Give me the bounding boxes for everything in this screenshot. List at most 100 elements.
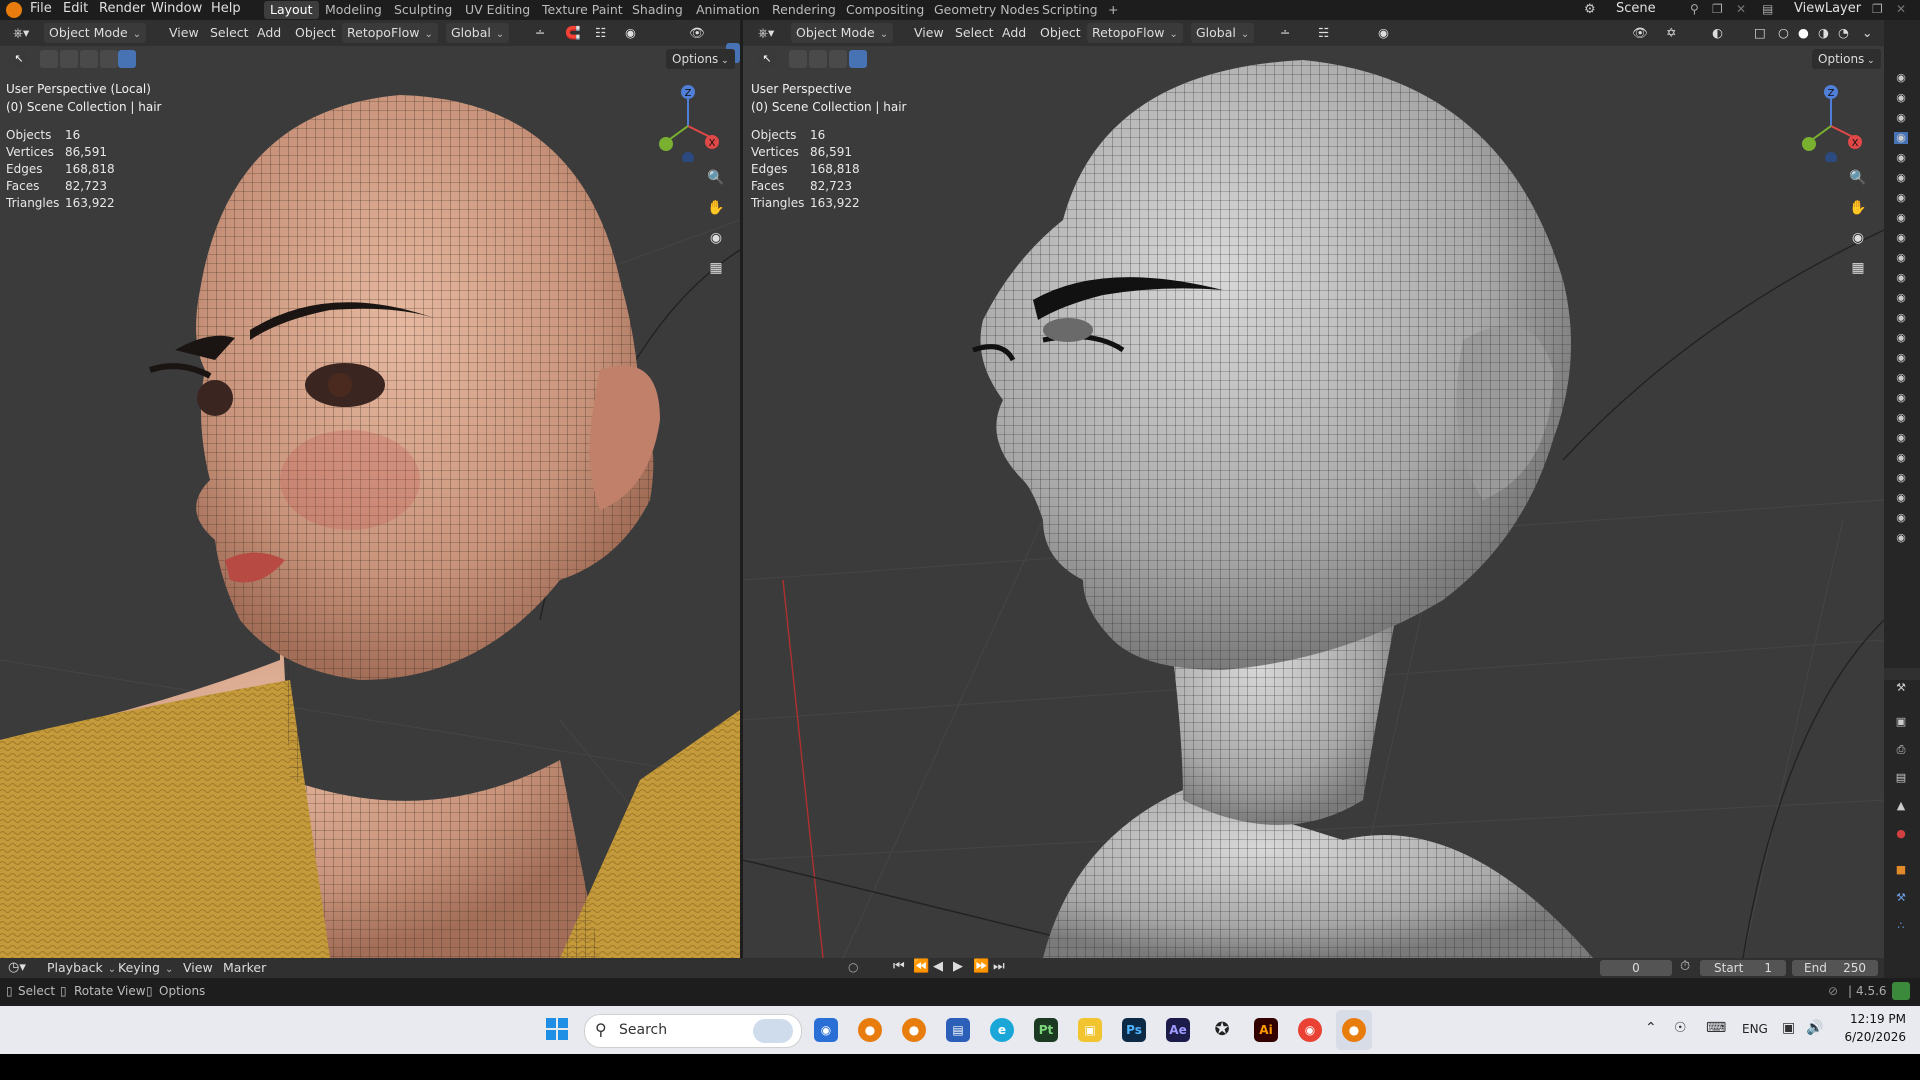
- object-properties-icon[interactable]: ■: [1894, 864, 1908, 876]
- output-properties-icon[interactable]: ⎙: [1894, 744, 1908, 756]
- right-zoom-icon[interactable]: 🔍: [1846, 166, 1870, 190]
- left-menu-view[interactable]: View: [164, 23, 204, 43]
- tool-properties-icon[interactable]: ⚒: [1894, 682, 1908, 694]
- camera-visibility-icon[interactable]: ◉: [1894, 252, 1908, 264]
- network-icon[interactable]: ☉: [1674, 1020, 1687, 1036]
- scene-name[interactable]: Scene: [1616, 0, 1656, 20]
- left-zoom-icon[interactable]: 🔍: [704, 166, 728, 190]
- camera-visibility-icon[interactable]: ◉: [1894, 532, 1908, 544]
- left-retopoflow-dropdown[interactable]: RetopoFlow: [342, 23, 438, 43]
- left-camera-icon[interactable]: ◉: [704, 226, 728, 250]
- camera-visibility-icon[interactable]: ◉: [1894, 232, 1908, 244]
- menu-edit[interactable]: Edit: [63, 0, 88, 20]
- left-options-dropdown[interactable]: Options: [666, 49, 735, 69]
- menu-help[interactable]: Help: [211, 0, 241, 20]
- app-icon[interactable]: ◉: [814, 1018, 838, 1042]
- camera-visibility-icon[interactable]: ◉: [1894, 492, 1908, 504]
- right-overlay-icon[interactable]: ◐: [1707, 23, 1728, 43]
- pin-icon[interactable]: ⚲: [1690, 2, 1699, 16]
- right-retopoflow-dropdown[interactable]: RetopoFlow: [1087, 23, 1183, 43]
- clock-date[interactable]: 6/20/2026: [1836, 1030, 1906, 1044]
- scene-icon[interactable]: ⚙: [1584, 2, 1600, 18]
- camera-visibility-icon[interactable]: ◉: [1894, 312, 1908, 324]
- left-menu-select[interactable]: Select: [205, 23, 254, 43]
- stopwatch-icon[interactable]: ⏱: [1680, 959, 1690, 974]
- prev-keyframe-icon[interactable]: ⏪: [913, 959, 929, 974]
- left-select-new-icon[interactable]: [40, 50, 58, 68]
- camera-visibility-icon[interactable]: ◉: [1894, 112, 1908, 124]
- camera-visibility-icon[interactable]: ◉: [1894, 172, 1908, 184]
- next-keyframe-icon[interactable]: ⏩: [973, 959, 989, 974]
- menu-window[interactable]: Window: [151, 0, 202, 20]
- timeline-marker-menu[interactable]: Marker: [218, 958, 271, 978]
- shading-options-icon[interactable]: ⌄: [1857, 23, 1877, 43]
- end-frame-field[interactable]: End 250: [1792, 960, 1878, 976]
- world-properties-icon[interactable]: ●: [1894, 828, 1908, 840]
- play-icon[interactable]: ▶: [953, 959, 963, 974]
- right-editor-type-icon[interactable]: ⎈▾: [753, 23, 779, 43]
- left-orientation-dropdown[interactable]: Global: [446, 23, 510, 43]
- camera-visibility-icon[interactable]: ◉: [1894, 392, 1908, 404]
- start-frame-field[interactable]: Start 1: [1700, 960, 1786, 976]
- left-snap-increment-icon[interactable]: ☷: [590, 23, 611, 43]
- right-select-tool-icon[interactable]: ↖: [758, 50, 776, 68]
- new-layer-icon[interactable]: ❐: [1872, 2, 1883, 16]
- right-select-subtract-icon[interactable]: [829, 50, 847, 68]
- camera-visibility-icon[interactable]: ◉: [1894, 192, 1908, 204]
- timeline-view-menu[interactable]: View: [178, 958, 218, 978]
- left-pivot-icon[interactable]: ∸: [530, 23, 550, 43]
- tab-uv-editing[interactable]: UV Editing: [459, 1, 536, 19]
- blender-app-icon[interactable]: ●: [858, 1018, 882, 1042]
- jump-start-icon[interactable]: ⏮: [893, 959, 905, 974]
- new-scene-icon[interactable]: ❐: [1712, 2, 1723, 16]
- right-axis-gizmo[interactable]: Z X: [1793, 82, 1863, 162]
- camera-visibility-icon[interactable]: ◉: [1894, 72, 1908, 84]
- modifier-properties-icon[interactable]: ⚒: [1894, 892, 1908, 904]
- right-pivot-icon[interactable]: ∸: [1275, 23, 1295, 43]
- right-camera-icon[interactable]: ◉: [1846, 226, 1870, 250]
- right-mode-dropdown[interactable]: Object Mode: [791, 23, 894, 43]
- right-select-new-icon[interactable]: [789, 50, 807, 68]
- view-layer-name[interactable]: ViewLayer: [1794, 0, 1861, 20]
- keyboard-icon[interactable]: ⌨: [1706, 1020, 1726, 1036]
- tab-texture-paint[interactable]: Texture Paint: [536, 1, 629, 19]
- right-grid-view-icon[interactable]: ▦: [1846, 256, 1870, 280]
- auto-keying-icon[interactable]: ○: [848, 960, 858, 974]
- right-menu-object[interactable]: Object: [1035, 23, 1086, 43]
- camera-visibility-icon[interactable]: ◉: [1894, 272, 1908, 284]
- left-menu-object[interactable]: Object: [290, 23, 341, 43]
- render-properties-icon[interactable]: ▣: [1894, 716, 1908, 728]
- right-pan-hand-icon[interactable]: ✋: [1846, 196, 1870, 220]
- tab-sculpting[interactable]: Sculpting: [388, 1, 458, 19]
- camera-visibility-icon[interactable]: ◉: [1894, 412, 1908, 424]
- right-menu-view[interactable]: View: [909, 23, 949, 43]
- view-layer-icon[interactable]: ▤: [1762, 2, 1773, 16]
- play-reverse-icon[interactable]: ◀: [933, 959, 943, 974]
- wireframe-shading-icon[interactable]: ○: [1773, 23, 1794, 43]
- left-select-tool-icon[interactable]: ↖: [10, 50, 28, 68]
- menu-render[interactable]: Render: [99, 0, 145, 20]
- camera-visibility-icon[interactable]: ◉: [1894, 152, 1908, 164]
- view-layer-properties-icon[interactable]: ▤: [1894, 772, 1908, 784]
- left-viewport[interactable]: ⎈▾ Object Mode View Select Add Object Re…: [0, 20, 740, 958]
- blender-logo-icon[interactable]: [6, 2, 22, 18]
- left-editor-type-icon[interactable]: ⎈▾: [8, 23, 34, 43]
- left-menu-add[interactable]: Add: [252, 23, 286, 43]
- tab-layout[interactable]: Layout: [264, 1, 319, 19]
- camera-visibility-icon[interactable]: ◉: [1894, 92, 1908, 104]
- right-options-dropdown[interactable]: Options: [1812, 49, 1881, 69]
- tab-animation[interactable]: Animation: [690, 1, 766, 19]
- volume-icon[interactable]: 🔊: [1806, 1020, 1823, 1036]
- delete-layer-icon[interactable]: ✕: [1896, 2, 1906, 16]
- right-select-extend-icon[interactable]: [809, 50, 827, 68]
- right-menu-add[interactable]: Add: [997, 23, 1031, 43]
- language-indicator[interactable]: ENG: [1742, 1022, 1768, 1036]
- playback-menu[interactable]: Playback: [42, 958, 121, 978]
- edge-browser-icon[interactable]: e: [990, 1018, 1014, 1042]
- left-pan-hand-icon[interactable]: ✋: [704, 196, 728, 220]
- store-icon[interactable]: ▤: [946, 1018, 970, 1042]
- right-viewport[interactable]: ⎈▾ Object Mode View Select Add Object Re…: [743, 20, 1884, 958]
- photoshop-icon[interactable]: Ps: [1122, 1018, 1146, 1042]
- camera-visibility-icon[interactable]: ◉: [1894, 292, 1908, 304]
- tab-scripting[interactable]: Scripting: [1036, 1, 1104, 19]
